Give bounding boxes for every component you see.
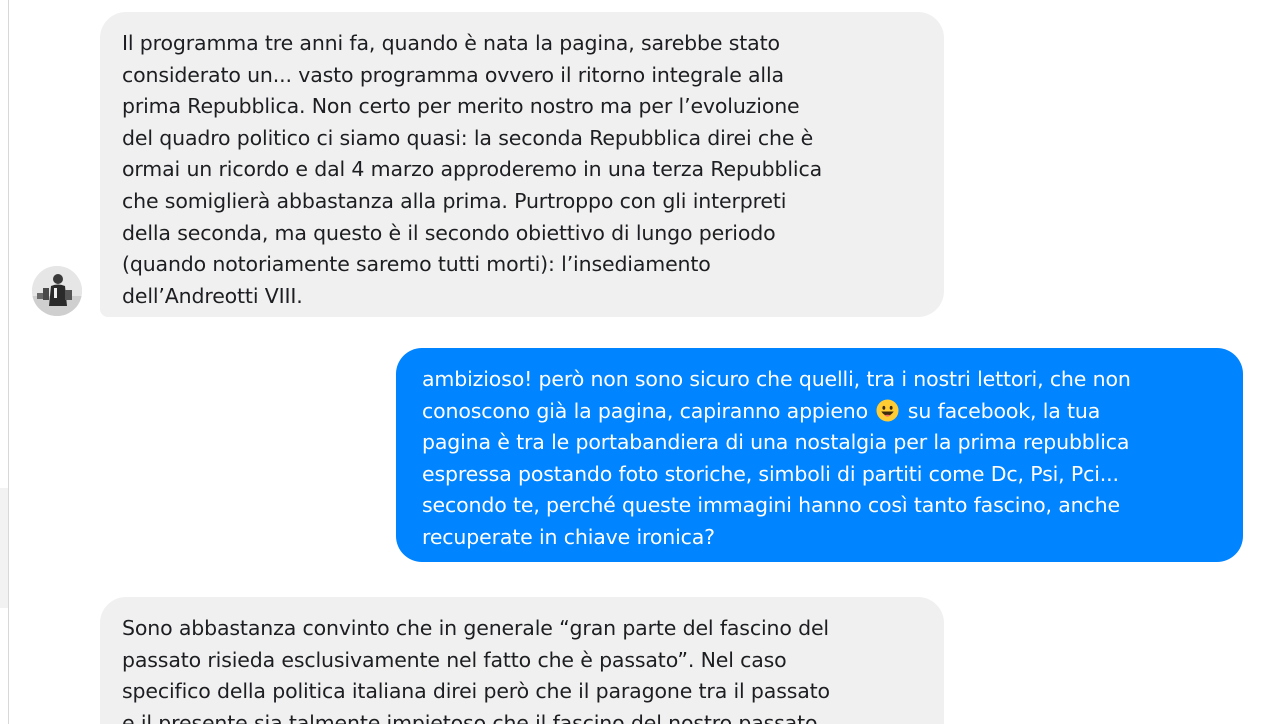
message-line: che somiglierà abbastanza alla prima. Pu…	[122, 188, 787, 213]
message-bubble-outgoing[interactable]: ambizioso! però non sono sicuro che quel…	[396, 348, 1243, 562]
message-bubble-incoming[interactable]: Sono abbastanza convinto che in generale…	[100, 597, 944, 724]
message-text-fragment: conoscono già la pagina, capiranno appie…	[422, 398, 869, 423]
message-bubble-incoming[interactable]: Il programma tre anni fa, quando è nata …	[100, 12, 944, 317]
message-line: e il presente sia talmente impietoso che…	[122, 710, 818, 724]
left-panel-edge	[0, 488, 8, 608]
message-line: ambizioso! però non sono sicuro che quel…	[422, 367, 1131, 391]
message-line: specifico della politica italiana direi …	[122, 679, 830, 704]
message-text-fragment: su facebook, la tua	[907, 398, 1101, 423]
message-line: considerato un... vasto programma ovvero…	[122, 62, 784, 87]
avatar-photo-icon	[32, 266, 82, 316]
message-line: del quadro politico ci siamo quasi: la s…	[122, 125, 814, 150]
message-line: (quando notoriamente saremo tutti morti)…	[122, 252, 711, 277]
message-line: Il programma tre anni fa, quando è nata …	[122, 31, 780, 55]
message-line: prima Repubblica. Non certo per merito n…	[122, 94, 800, 119]
message-line: ormai un ricordo e dal 4 marzo approdere…	[122, 157, 823, 182]
message-line: conoscono già la pagina, capiranno appie…	[422, 396, 1219, 428]
message-line: della seconda, ma questo è il secondo ob…	[122, 220, 776, 245]
message-line: recuperate in chiave ironica?	[422, 524, 715, 549]
message-line: Sono abbastanza convinto che in generale…	[122, 616, 829, 640]
message-line: passato risieda esclusivamente nel fatto…	[122, 647, 787, 672]
chat-window: Il programma tre anni fa, quando è nata …	[0, 0, 1288, 724]
left-divider	[8, 0, 9, 724]
smiling-face-emoji-icon	[876, 399, 899, 422]
message-line: secondo te, perché queste immagini hanno…	[422, 493, 1120, 518]
contact-avatar[interactable]	[32, 266, 82, 316]
message-line: dell’Andreotti VIII.	[122, 283, 303, 308]
message-line: pagina è tra le portabandiera di una nos…	[422, 430, 1130, 455]
message-line: espressa postando foto storiche, simboli…	[422, 461, 1119, 486]
